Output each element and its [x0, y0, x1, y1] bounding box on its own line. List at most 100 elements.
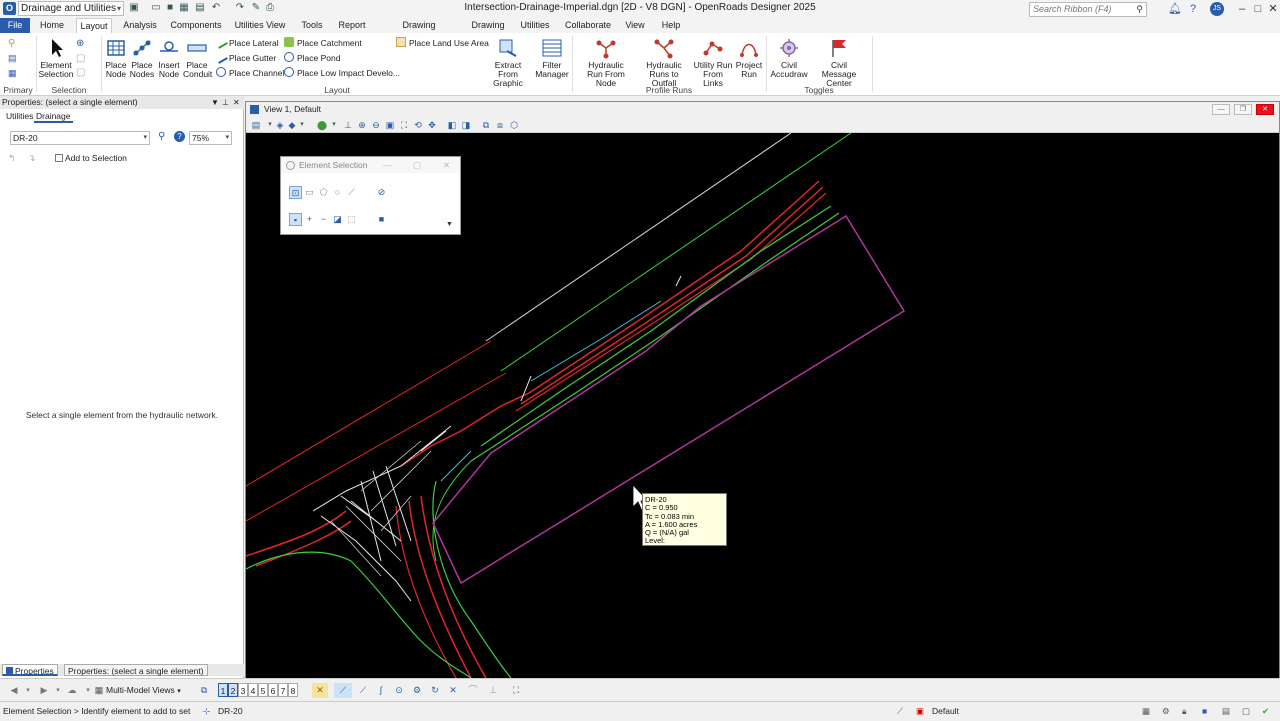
back-icon[interactable]: ◀ — [6, 683, 22, 698]
zoom-to-element-icon[interactable]: ⚲ — [158, 131, 170, 143]
window-area-icon[interactable]: ▣ — [384, 119, 396, 131]
view-number-1[interactable]: 1 — [218, 683, 228, 697]
clear-selection-icon[interactable]: ▢ — [76, 67, 88, 79]
level-lock-icon[interactable]: ▣ — [916, 702, 924, 721]
tab-report[interactable]: Report — [336, 18, 368, 33]
compress-icon[interactable]: ▤ — [194, 2, 206, 14]
view-toggles-icon[interactable]: ⧈ — [494, 119, 506, 131]
intersect-snap-icon[interactable]: ✕ — [446, 683, 460, 698]
tab-tools[interactable]: Tools — [298, 18, 326, 33]
print-icon[interactable]: ⎙ — [264, 2, 276, 14]
tab-analysis[interactable]: Analysis — [120, 18, 160, 33]
rotate-view-icon[interactable]: ⟲ — [412, 119, 424, 131]
navigate-back-icon[interactable]: ↰ — [8, 153, 16, 164]
explorer-icon[interactable]: ⚲ — [8, 38, 20, 50]
new-file-icon[interactable]: ▣ — [128, 2, 140, 14]
panel-menu-icon[interactable]: ▼ — [211, 96, 219, 109]
app-logo-icon[interactable]: O — [3, 2, 16, 15]
user-avatar[interactable]: JS — [1210, 2, 1224, 16]
place-nodes-button[interactable]: Place Nodes — [129, 37, 155, 79]
undo-icon[interactable]: ↶ — [210, 2, 222, 14]
place-pond-button[interactable]: Place Pond — [284, 52, 340, 64]
dialog-minimize-icon[interactable]: — — [383, 157, 392, 173]
add-mode-icon[interactable]: + — [303, 213, 316, 226]
tab-view[interactable]: View — [622, 18, 648, 33]
chevron-down-icon[interactable]: ▾ — [54, 683, 62, 698]
fit-all-icon[interactable]: ⛶ — [508, 683, 524, 698]
underline-icon[interactable]: ⊥ — [486, 683, 500, 698]
subtract-mode-icon[interactable]: − — [317, 213, 330, 226]
clear-mode-icon[interactable]: ⬚ — [345, 213, 358, 226]
utility-run-from-links-button[interactable]: Utility Run From Links — [692, 37, 734, 88]
element-selection-button[interactable]: Element Selection — [38, 37, 74, 79]
save-icon[interactable]: ■ — [164, 2, 176, 14]
multi-model-views-select[interactable]: Multi-Model Views ▾ — [106, 684, 181, 698]
previous-view-icon[interactable]: ◧ — [446, 119, 458, 131]
view-number-6[interactable]: 6 — [268, 683, 278, 697]
place-node-button[interactable]: Place Node — [104, 37, 128, 79]
search-icon[interactable]: ⚲ — [1136, 3, 1143, 16]
zoom-out-icon[interactable]: ⊖ — [370, 119, 382, 131]
search-ribbon-input[interactable]: Search Ribbon (F4) ⚲ — [1029, 2, 1147, 17]
view-number-5[interactable]: 5 — [258, 683, 268, 697]
pin-icon[interactable]: ✎ — [250, 2, 262, 14]
place-catchment-button[interactable]: Place Catchment — [284, 37, 362, 49]
tab-help[interactable]: Help — [658, 18, 684, 33]
select-all-icon[interactable]: ■ — [375, 213, 388, 226]
curve-snap-icon[interactable]: ∫ — [374, 683, 388, 698]
attributes-icon[interactable]: ▤ — [8, 53, 20, 65]
help-icon[interactable]: ? — [1186, 2, 1200, 16]
settings-status-icon[interactable]: ⚙ — [1162, 702, 1170, 721]
chevron-down-icon[interactable]: ▾ — [24, 683, 32, 698]
redo-icon[interactable]: ↷ — [234, 2, 246, 14]
filter-manager-button[interactable]: Filter Manager — [534, 37, 570, 79]
project-run-button[interactable]: Project Run — [734, 37, 764, 79]
bottom-tab-properties[interactable]: Properties — [2, 664, 58, 676]
fit-view-icon[interactable]: ⛶ — [398, 119, 410, 131]
tab-layout[interactable]: Layout — [76, 18, 112, 33]
place-lateral-button[interactable]: Place Lateral — [214, 35, 279, 49]
view-restore-button[interactable]: ❐ — [1234, 104, 1252, 115]
view-groups-icon[interactable]: ⧉ — [196, 683, 212, 698]
location-pin-icon[interactable]: ⬤ — [316, 119, 328, 131]
bridge-icon[interactable]: ⌒ — [464, 683, 482, 698]
tab-drawing-production[interactable]: Drawing Production — [380, 18, 458, 45]
dialog-restore-icon[interactable]: ▢ — [413, 157, 421, 173]
message-status-icon[interactable]: ■ — [1202, 702, 1207, 721]
display-style-icon[interactable]: ◈ — [274, 119, 286, 131]
save-status-icon[interactable]: ▦ — [1142, 702, 1150, 721]
view-minimize-button[interactable]: — — [1212, 104, 1230, 115]
next-view-icon[interactable]: ◨ — [460, 119, 472, 131]
pan-view-icon[interactable]: ✥ — [426, 119, 438, 131]
forward-icon[interactable]: ▶ — [36, 683, 52, 698]
dialog-close-icon[interactable]: ✕ — [443, 157, 450, 173]
place-lid-button[interactable]: Place Low Impact Develo... — [284, 67, 400, 79]
settings-gear-icon[interactable]: ⚙ — [410, 683, 424, 698]
shape-method-icon[interactable]: ⬠ — [317, 186, 330, 199]
add-to-selection-checkbox[interactable]: Add to Selection — [55, 153, 127, 164]
pin-panel-icon[interactable]: ⊥ — [222, 96, 229, 109]
zoom-dropdown[interactable]: 75% ▾ — [189, 131, 232, 145]
models-icon[interactable]: ▦ — [8, 68, 20, 80]
extract-from-graphic-button[interactable]: Extract From Graphic — [484, 37, 532, 88]
new-mode-icon[interactable]: ▪ — [289, 213, 302, 226]
invert-mode-icon[interactable]: ◪ — [331, 213, 344, 226]
tab-utilities[interactable]: Utilities — [516, 18, 554, 33]
pen-icon[interactable]: ⟋ — [897, 702, 903, 721]
tab-home[interactable]: Home — [36, 18, 68, 33]
copy-view-icon[interactable]: ⧉ — [480, 119, 492, 131]
open-folder-icon[interactable]: ▭ — [150, 2, 162, 14]
minimize-button[interactable]: – — [1234, 1, 1250, 17]
workflow-select[interactable]: Drainage and Utilities ▾ — [18, 1, 124, 16]
hydraulic-runs-to-outfall-button[interactable]: Hydraulic Runs to Outfall — [636, 37, 692, 88]
civil-accudraw-button[interactable]: Civil Accudraw — [768, 37, 810, 79]
close-panel-icon[interactable]: ✕ — [233, 96, 240, 109]
zoom-in-icon[interactable]: ⊕ — [356, 119, 368, 131]
status-level[interactable]: Default — [932, 702, 959, 721]
select-all-icon[interactable]: ⊕ — [76, 38, 88, 50]
accudraw-icon[interactable]: ⟋ — [334, 683, 352, 698]
chevron-down-icon[interactable]: ▾ — [328, 119, 340, 131]
cloud-icon[interactable]: ☁ — [64, 683, 80, 698]
insert-node-button[interactable]: Insert Node — [156, 37, 182, 79]
expand-dialog-icon[interactable]: ▼ — [443, 218, 456, 231]
